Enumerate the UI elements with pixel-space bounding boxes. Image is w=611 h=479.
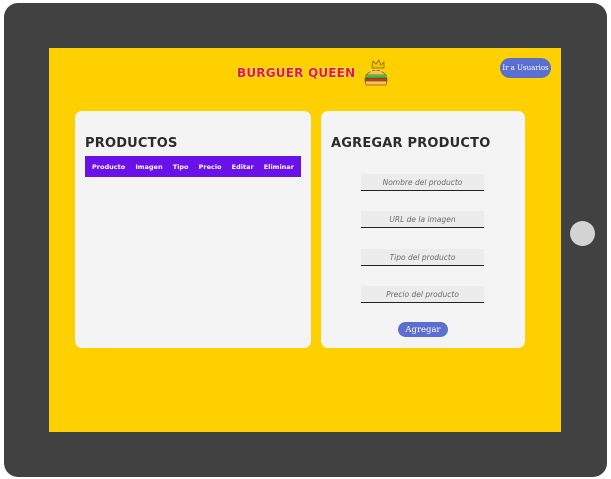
add-product-title: AGREGAR PRODUCTO	[331, 136, 491, 151]
products-panel: PRODUCTOS Producto Imagen Tipo Precio Ed…	[75, 111, 311, 348]
add-product-panel: AGREGAR PRODUCTO Agregar	[321, 111, 525, 348]
app-screen: BURGUER QUEEN Ir a Usuarios PRODUCTOS Pr…	[49, 48, 561, 432]
column-header-price: Precio	[198, 162, 222, 171]
product-image-url-input[interactable]	[361, 211, 484, 228]
column-header-type: Tipo	[172, 162, 189, 171]
brand-logo: BURGUER QUEEN	[237, 58, 391, 88]
products-title: PRODUCTOS	[85, 136, 178, 151]
column-header-image: Imagen	[135, 162, 163, 171]
column-header-product: Producto	[92, 162, 126, 171]
tablet-home-button[interactable]	[570, 221, 595, 246]
brand-name: BURGUER QUEEN	[237, 66, 356, 80]
products-table-header: Producto Imagen Tipo Precio Editar Elimi…	[85, 156, 301, 177]
product-name-input[interactable]	[361, 174, 484, 191]
add-product-button[interactable]: Agregar	[398, 322, 448, 337]
column-header-edit: Editar	[231, 162, 254, 171]
column-header-delete: Eliminar	[263, 162, 294, 171]
burger-crown-icon	[364, 59, 388, 86]
product-price-input[interactable]	[361, 286, 484, 303]
product-type-input[interactable]	[361, 249, 484, 266]
go-to-users-button[interactable]: Ir a Usuarios	[500, 58, 551, 78]
